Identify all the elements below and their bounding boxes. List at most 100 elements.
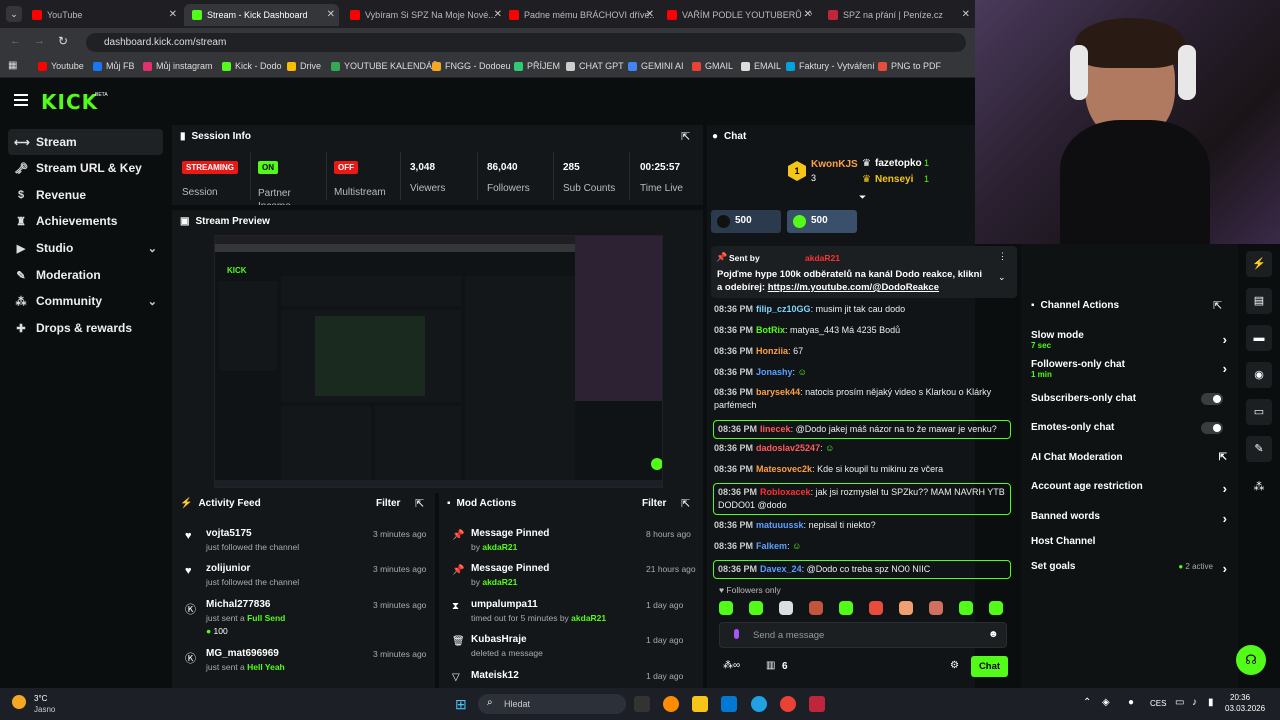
users-icon[interactable]: ⁂ [1246, 474, 1272, 500]
chat-message[interactable]: 08:36 PM Matesovec2k: Kde si koupil tu mi… [714, 463, 1010, 476]
pinned-user[interactable]: akdaR21 [805, 253, 840, 263]
edge-icon[interactable] [751, 696, 767, 712]
emote-icon[interactable] [989, 601, 1003, 615]
emoji-icon[interactable]: ☻ [988, 629, 999, 640]
bookmark-item[interactable]: Faktury - Vytváření [786, 61, 875, 71]
emote-icon[interactable] [779, 601, 793, 615]
channel-action-account-age-restriction[interactable]: Account age restriction › [1031, 481, 1227, 496]
chat-message[interactable]: 08:36 PM barysek44: natocis prosím nějaký… [714, 386, 1010, 412]
volume-icon[interactable]: ♪ [1192, 697, 1197, 708]
bookmark-item[interactable]: Youtube [38, 61, 84, 71]
chat-username[interactable]: filip_cz10GG [756, 304, 811, 314]
stream-preview-video[interactable]: KICK [214, 235, 663, 488]
chevron-right-icon[interactable]: › [1223, 561, 1227, 576]
channel-action-followers-only-chat[interactable]: Followers-only chat 1 min › [1031, 359, 1227, 383]
emote-icon[interactable] [959, 601, 973, 615]
chat-username[interactable]: Jonashy [756, 367, 793, 377]
file-explorer-icon[interactable] [692, 696, 708, 712]
chevron-right-icon[interactable]: › [1223, 481, 1227, 496]
sidebar-item-moderation[interactable]: ✎ Moderation [8, 262, 163, 288]
chat-username[interactable]: matuuussk [756, 520, 804, 530]
bookmark-item[interactable]: GMAIL [692, 61, 733, 71]
chevron-right-icon[interactable]: › [1223, 511, 1227, 526]
toggle-switch[interactable] [1201, 422, 1223, 434]
activity-user[interactable]: vojta5175 [206, 528, 252, 539]
chevron-down-icon[interactable]: ⌄ [148, 242, 157, 255]
battery-icon[interactable]: ▮ [1208, 697, 1214, 708]
bookmark-item[interactable]: YOUTUBE KALENDÁŘ [331, 61, 439, 71]
copilot-icon[interactable] [663, 696, 679, 712]
popout-icon[interactable]: ⇱ [415, 497, 424, 510]
bolt-icon[interactable]: ⚡ [1246, 251, 1272, 277]
mod-action-name[interactable]: Message Pinned [471, 528, 549, 539]
app-icon[interactable] [809, 696, 825, 712]
emote-icon[interactable] [749, 601, 763, 615]
chat-username[interactable]: Falkem [756, 541, 787, 551]
chevron-right-icon[interactable]: › [1223, 332, 1227, 347]
taskbar-search[interactable]: ⌕ Hledat [478, 694, 626, 714]
chevron-right-icon[interactable]: › [1223, 361, 1227, 376]
sidebar-item-drops-rewards[interactable]: ✚ Drops & rewards [8, 315, 163, 341]
leader-name[interactable]: Nenseyi [875, 174, 913, 185]
chat-message[interactable]: 08:36 PM linecek: @Dodo jakej máš názor n… [713, 420, 1011, 439]
bookmark-item[interactable]: FNGG - Dodoeu [432, 61, 511, 71]
chat-message[interactable]: 08:36 PM BotRix: matyas_443 Má 4235 Bodů [714, 324, 1010, 337]
tab-video-3[interactable]: VAŘÍM PODLE YOUTUBERŮ - Yo...✕ [667, 4, 812, 26]
tray-app-icon[interactable]: ◈ [1102, 697, 1110, 708]
leader-name[interactable]: fazetopko [875, 158, 922, 169]
sidebar-item-stream[interactable]: ⟷ Stream [8, 129, 163, 155]
tab-search-icon[interactable]: ⌄ [6, 6, 22, 22]
back-icon[interactable]: ← [10, 35, 21, 47]
bookmark-item[interactable]: Kick - Dodo [222, 61, 282, 71]
users-infinity-icon[interactable]: ⁂∞ [723, 660, 740, 671]
mic-icon[interactable] [734, 629, 739, 639]
chat-message[interactable]: 08:36 PM filip_cz10GG: musim jit tak cau … [714, 303, 1010, 316]
close-tab-icon[interactable]: ✕ [646, 9, 654, 20]
channel-action-host-channel[interactable]: Host Channel [1031, 536, 1227, 550]
chrome-icon[interactable] [780, 696, 796, 712]
channel-action-emotes-only-chat[interactable]: Emotes-only chat [1031, 422, 1227, 436]
channel-action-slow-mode[interactable]: Slow mode 7 sec › [1031, 330, 1227, 354]
channel-action-subscribers-only-chat[interactable]: Subscribers-only chat [1031, 393, 1227, 407]
broadcast-icon[interactable]: ◉ [1246, 362, 1272, 388]
mod-action-name[interactable]: umpalumpa11 [471, 599, 538, 610]
close-tab-icon[interactable]: ✕ [169, 9, 177, 20]
emote-icon[interactable] [869, 601, 883, 615]
more-icon[interactable]: ⋮ [998, 251, 1007, 262]
apps-grid-icon[interactable]: ▦ [8, 60, 17, 71]
chat-username[interactable]: Davex_24 [760, 564, 802, 574]
close-tab-icon[interactable]: ✕ [804, 9, 812, 20]
chat-input[interactable]: Send a message ☻ [719, 622, 1007, 648]
weather-temp[interactable]: 3°C [34, 694, 47, 703]
tab-youtube[interactable]: YouTube ✕ [32, 4, 177, 26]
mod-action-name[interactable]: Mateisk12 [471, 670, 519, 681]
popout-icon[interactable]: ⇱ [681, 130, 690, 143]
document-icon[interactable]: ▤ [1246, 288, 1272, 314]
gift-pill[interactable]: 500 [711, 210, 781, 233]
toggle-switch[interactable] [1201, 393, 1223, 405]
bookmark-item[interactable]: GEMINI AI [628, 61, 684, 71]
activity-user[interactable]: MG_mat696969 [206, 648, 279, 659]
wrench-icon[interactable]: ✎ [1246, 436, 1272, 462]
windows-start-icon[interactable]: ⊞ [455, 696, 467, 713]
chevron-down-icon[interactable]: ⌄ [998, 272, 1006, 283]
chat-message[interactable]: 08:36 PM Falkem: ☺ [714, 540, 1010, 553]
channel-action-ai-chat-moderation[interactable]: AI Chat Moderation ⇱ [1031, 452, 1227, 466]
mod-filter-button[interactable]: Filter [642, 498, 666, 509]
shop-icon[interactable]: ▥ [766, 660, 775, 671]
channel-action-banned-words[interactable]: Banned words › [1031, 511, 1227, 526]
bookmark-item[interactable]: Drive [287, 61, 321, 71]
bookmark-item[interactable]: Můj FB [93, 61, 135, 71]
leader-name[interactable]: KwonKJS [811, 159, 858, 170]
moderator-name[interactable]: akdaR21 [482, 577, 517, 587]
chat-username[interactable]: barysek44 [756, 387, 800, 397]
gear-icon[interactable]: ⚙ [950, 660, 959, 671]
network-icon[interactable]: ▭ [1175, 697, 1184, 708]
chat-username[interactable]: dadoslav25247 [756, 443, 820, 453]
screen-icon[interactable]: ▭ [1246, 399, 1272, 425]
mod-action-name[interactable]: KubasHraje [471, 634, 527, 645]
chevron-down-icon[interactable]: ⌄ [148, 295, 157, 308]
tab-video-2[interactable]: Padne mému BRÁCHOVI dříve... ✕ [509, 4, 654, 26]
emote-icon[interactable] [899, 601, 913, 615]
pinned-link[interactable]: https://m.youtube.com/@DodoReakce [768, 282, 939, 293]
